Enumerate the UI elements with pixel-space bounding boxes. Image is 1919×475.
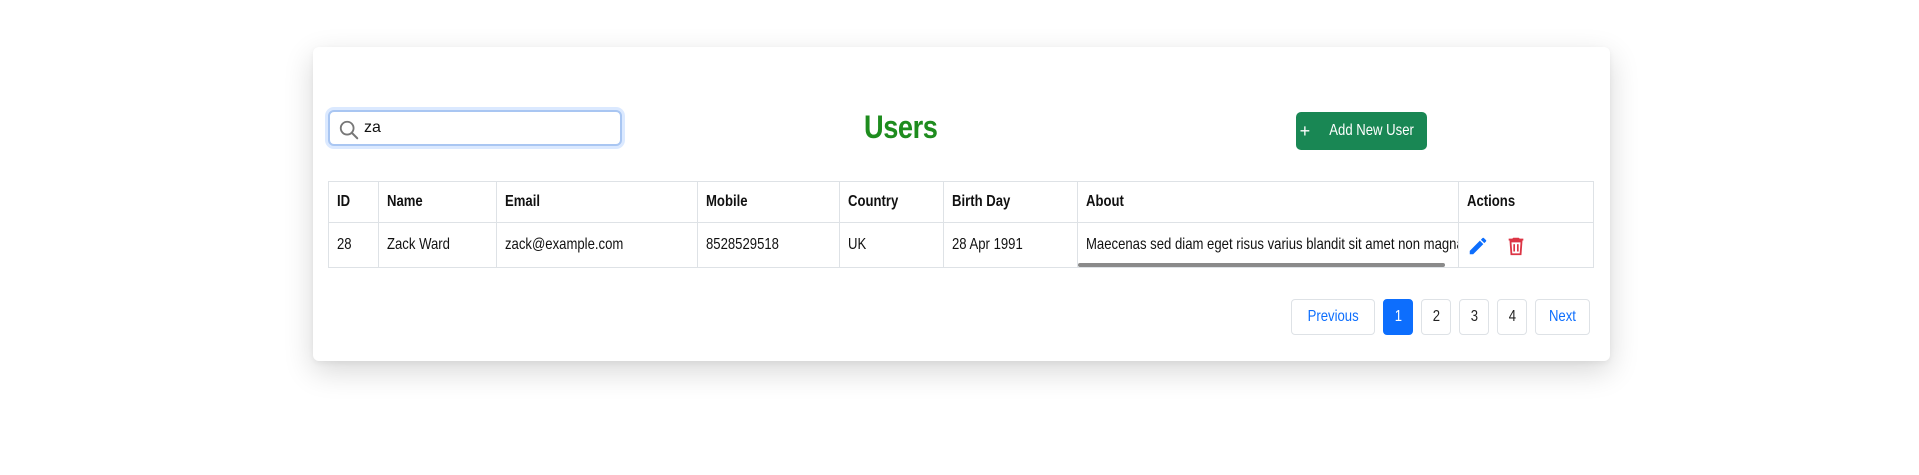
- pagination-page-1[interactable]: 1: [1383, 299, 1414, 335]
- cell-email: zack@example.com: [495, 222, 698, 268]
- column-header-email: Email: [495, 181, 698, 223]
- pagination-previous-button[interactable]: Previous: [1290, 299, 1376, 335]
- users-card: Users + Add New User ID Name Email Mobil…: [313, 47, 1610, 361]
- pagination-page-3[interactable]: 3: [1459, 299, 1490, 335]
- column-header-id: ID: [327, 181, 380, 223]
- pagination-page-2[interactable]: 2: [1421, 299, 1452, 335]
- edit-icon[interactable]: [1467, 235, 1489, 257]
- column-header-mobile: Mobile: [696, 181, 840, 223]
- search-box: [328, 110, 622, 146]
- column-header-about: About: [1077, 181, 1460, 223]
- pagination-page-4[interactable]: 4: [1497, 299, 1528, 335]
- pagination-next-button[interactable]: Next: [1535, 299, 1590, 335]
- page-title: Users: [864, 109, 938, 145]
- table-row: 28 Zack Ward zack@example.com 8528529518…: [327, 222, 1594, 268]
- cell-country: UK: [838, 222, 944, 268]
- cell-actions: [1458, 222, 1594, 268]
- search-input[interactable]: [364, 116, 614, 140]
- cell-about: Maecenas sed diam eget risus varius blan…: [1077, 222, 1460, 268]
- add-new-user-button[interactable]: + Add New User: [1296, 112, 1427, 150]
- delete-icon[interactable]: [1505, 235, 1527, 257]
- cell-id: 28: [327, 222, 380, 268]
- pagination: Previous 1 2 3 4 Next: [1290, 299, 1590, 335]
- column-header-country: Country: [838, 181, 944, 223]
- cell-name: Zack Ward: [378, 222, 497, 268]
- cell-birthday: 28 Apr 1991: [942, 222, 1079, 268]
- table-header-row: ID Name Email Mobile Country Birth Day A…: [327, 181, 1594, 223]
- cell-mobile: 8528529518: [696, 222, 840, 268]
- column-header-actions: Actions: [1458, 181, 1594, 223]
- about-scrollbar[interactable]: [1078, 263, 1446, 267]
- column-header-birthday: Birth Day: [942, 181, 1079, 223]
- search-icon: [339, 120, 359, 140]
- column-header-name: Name: [378, 181, 497, 223]
- users-table: ID Name Email Mobile Country Birth Day A…: [327, 181, 1594, 268]
- plus-icon: +: [1299, 121, 1311, 141]
- add-new-user-label: Add New User: [1329, 122, 1415, 139]
